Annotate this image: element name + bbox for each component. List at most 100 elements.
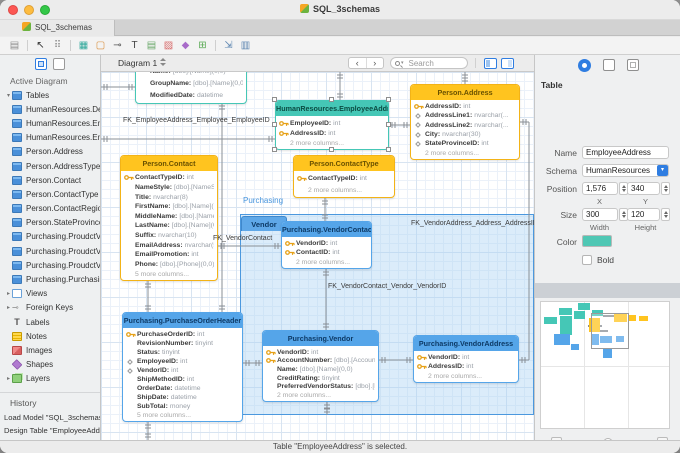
- auto-layout-icon[interactable]: ⇲: [220, 39, 237, 53]
- tree-item-layer[interactable]: ▸Layers: [0, 372, 100, 386]
- entity-employee-address[interactable]: HumanResources.EmployeeAddressEmployeeID…: [275, 100, 389, 150]
- entity-vendor[interactable]: Purchasing.VendorVendorID:intAccountNumb…: [262, 330, 379, 402]
- new-view-icon[interactable]: ▢: [92, 39, 109, 53]
- tree-item-label[interactable]: TLabels: [0, 315, 100, 329]
- minimap-viewport[interactable]: [591, 313, 629, 349]
- tree-item-table[interactable]: Person.StateProvince: [0, 216, 100, 230]
- expander-icon[interactable]: ▸: [5, 304, 12, 311]
- selection-handle[interactable]: [386, 122, 391, 127]
- tree-item-shape[interactable]: Shapes: [0, 358, 100, 372]
- selection-handle[interactable]: [329, 147, 334, 152]
- entity-field: AddressID:int: [279, 128, 385, 138]
- toggle-right-pane-icon[interactable]: [501, 58, 514, 69]
- entity-person-contacttype[interactable]: Person.ContactTypeContactTypeID:int2 mor…: [293, 155, 395, 198]
- save-icon[interactable]: ▤: [6, 39, 23, 53]
- tree-item-table[interactable]: Person.ContactType: [0, 187, 100, 201]
- diagram-tab[interactable]: Diagram 1: [118, 58, 166, 68]
- selection-handle[interactable]: [329, 97, 334, 102]
- tree-item-table[interactable]: Person.Address: [0, 145, 100, 159]
- new-shape-icon[interactable]: ◆: [177, 39, 194, 53]
- new-table-icon[interactable]: ▦: [75, 39, 92, 53]
- new-label-icon[interactable]: T: [126, 39, 143, 53]
- entity-vendor-address[interactable]: Purchasing.VendorAddressVendorID:intAddr…: [413, 335, 519, 383]
- key-icon: [126, 331, 137, 338]
- tree-item-note[interactable]: Notes: [0, 329, 100, 343]
- panel-alt-tab-icon[interactable]: [627, 59, 639, 71]
- position-y-field[interactable]: 340: [627, 182, 660, 195]
- tree-item-tables[interactable]: ▾ Tables: [0, 88, 100, 102]
- active-diagram-tab-icon[interactable]: [35, 58, 47, 70]
- gear-tab-icon[interactable]: [578, 59, 591, 72]
- tree-item-table[interactable]: Person.Contact: [0, 173, 100, 187]
- pan-icon[interactable]: ⠿: [49, 39, 66, 53]
- tree-item-label: Tables: [26, 91, 49, 100]
- history-entry[interactable]: Design Table "EmployeeAddress": [0, 424, 100, 437]
- entity-person-address[interactable]: Person.AddressAddressID:intAddressLine1:…: [410, 84, 520, 160]
- schema-field[interactable]: HumanResources: [582, 164, 669, 177]
- field-type: int: [481, 140, 488, 147]
- expander-icon[interactable]: ▾: [5, 92, 12, 99]
- selection-handle[interactable]: [272, 122, 277, 127]
- prev-diagram-button[interactable]: ‹: [349, 58, 367, 68]
- name-field[interactable]: EmployeeAddress: [582, 146, 669, 159]
- preview-icon[interactable]: ▥: [237, 39, 254, 53]
- field-type: money: [170, 403, 190, 410]
- diagram-minimap[interactable]: [540, 301, 670, 429]
- new-image-icon[interactable]: ▨: [160, 39, 177, 53]
- size-height-field[interactable]: 120: [627, 208, 660, 221]
- panel-tab-icon[interactable]: [603, 59, 615, 71]
- entity-field: ContactID:int: [285, 248, 368, 257]
- entity-department-partial[interactable]: Name:[dbo].[Name](0,0)GroupName:[dbo].[N…: [135, 72, 247, 104]
- size-width-field[interactable]: 300: [582, 208, 618, 221]
- entity-person-contact[interactable]: Person.ContactContactTypeID:intNameStyle…: [120, 155, 218, 281]
- history-entry[interactable]: Load Model "SQL_3schemas": [0, 411, 100, 424]
- field-name: GroupName:: [150, 80, 191, 87]
- tree-item-table[interactable]: Purchasing.Purchasing...: [0, 272, 100, 286]
- bold-checkbox[interactable]: [582, 255, 592, 265]
- tree-item-table[interactable]: HumanResources.Emplo...: [0, 116, 100, 130]
- entity-title: Person.Contact: [121, 156, 217, 171]
- entity-purchase-order-header[interactable]: Purchasing.PurchaseOrderHeaderPurchaseOr…: [122, 312, 243, 422]
- tree-item-table[interactable]: Purchasing.ProudctVen...: [0, 230, 100, 244]
- position-x-field[interactable]: 1,576: [582, 182, 618, 195]
- diagram-canvas[interactable]: PurchasingVendorName:[dbo].[Name](0,0)Gr…: [101, 72, 534, 440]
- tree-item-table[interactable]: Purchasing.ProudctVen...: [0, 258, 100, 272]
- model-overview-tab-icon[interactable]: [53, 58, 65, 70]
- pointer-icon[interactable]: ↖: [32, 39, 49, 53]
- tree-item-table[interactable]: Purchasing.ProudctVen...: [0, 244, 100, 258]
- new-note-icon[interactable]: ▤: [143, 39, 160, 53]
- selection-handle[interactable]: [272, 147, 277, 152]
- selection-handle[interactable]: [272, 97, 277, 102]
- new-layer-icon[interactable]: ⊞: [194, 39, 211, 53]
- tree-item-table[interactable]: Person.AddressType: [0, 159, 100, 173]
- minimap-block: [571, 344, 579, 350]
- tree-item-views[interactable]: ▸Views: [0, 287, 100, 301]
- next-diagram-button[interactable]: ›: [367, 58, 384, 68]
- schema-dropdown-button[interactable]: ▾: [657, 165, 668, 176]
- color-swatch[interactable]: [582, 235, 612, 247]
- expander-icon[interactable]: ▸: [5, 290, 12, 297]
- field-type: tinyint: [322, 375, 340, 382]
- selection-handle[interactable]: [386, 97, 391, 102]
- tree-item-fk[interactable]: ▸⊸Foreign Keys: [0, 301, 100, 315]
- field-name: VendorID:: [137, 367, 169, 374]
- entity-body: VendorID:intAccountNumber:[dbo].[Account…: [263, 346, 378, 401]
- tree-item-label: Notes: [26, 332, 47, 341]
- toggle-left-pane-icon[interactable]: [484, 58, 497, 69]
- document-tab[interactable]: SQL_3schemas: [0, 20, 115, 36]
- selection-handle[interactable]: [386, 147, 391, 152]
- new-relation-icon[interactable]: ⊸: [109, 39, 126, 53]
- position-y-stepper[interactable]: [661, 182, 670, 195]
- table-icon: [12, 218, 22, 227]
- entity-vendor-contact[interactable]: Purchasing.VendorContactVendorID:intCont…: [281, 221, 372, 269]
- search-input[interactable]: [407, 58, 463, 69]
- tree-item-table[interactable]: HumanResources.Emplo...: [0, 131, 100, 145]
- size-height-stepper[interactable]: [661, 208, 670, 221]
- field-name: AddressID:: [428, 363, 464, 370]
- tree-item-table[interactable]: Person.ContactRegion: [0, 202, 100, 216]
- tree-item-image[interactable]: Images: [0, 343, 100, 357]
- expander-icon[interactable]: ▸: [5, 375, 12, 382]
- tree-item-table[interactable]: HumanResources.Depar...: [0, 102, 100, 116]
- status-bar: Table "EmployeeAddress" is selected.: [0, 440, 680, 453]
- entity-field: ModifiedDate:datetime: [139, 90, 243, 102]
